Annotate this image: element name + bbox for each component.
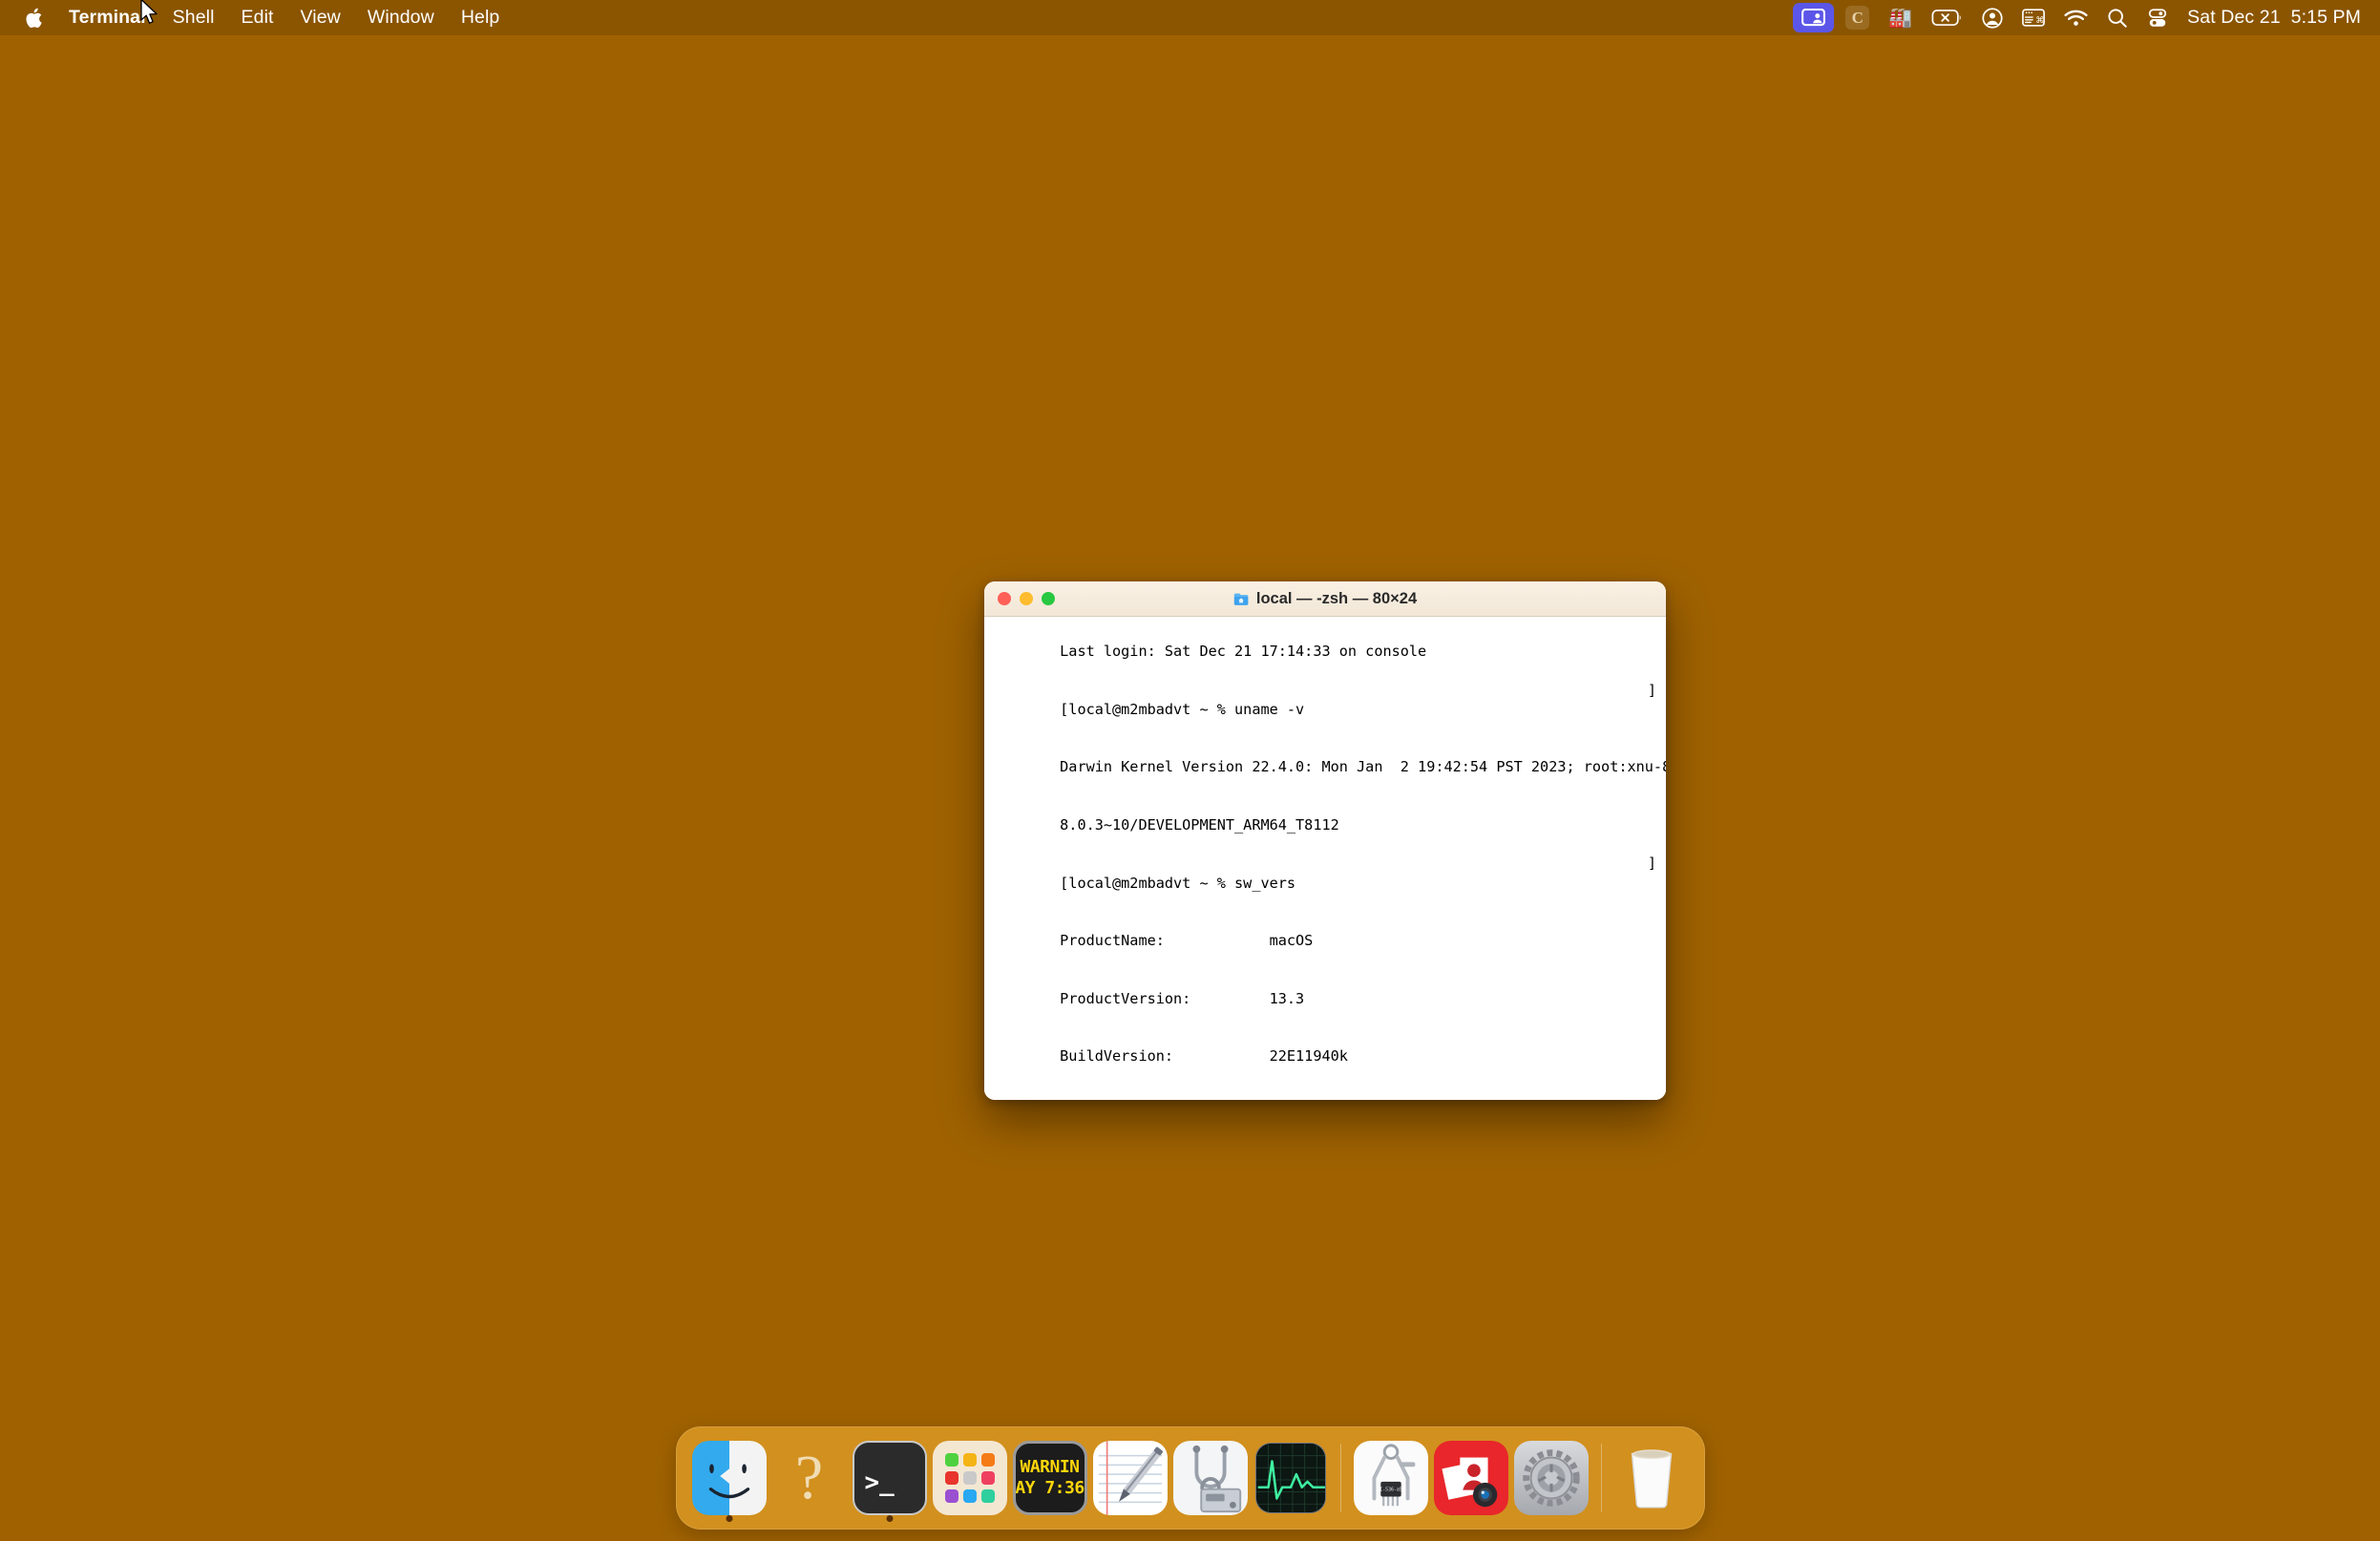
terminal-icon: >_: [852, 1441, 927, 1515]
factory-icon[interactable]: 🏭: [1879, 0, 1922, 35]
terminal-line-text: Darwin Kernel Version 22.4.0: Mon Jan 2 …: [1060, 758, 1666, 776]
menu-item-edit[interactable]: Edit: [228, 0, 287, 35]
terminal-line: BuildVersion: 22E11940k: [990, 1027, 1666, 1086]
dock-item-terminal[interactable]: >_: [850, 1430, 930, 1526]
dock-item-textedit[interactable]: [1090, 1430, 1170, 1526]
terminal-window[interactable]: local — -zsh — 80×24 Last login: Sat Dec…: [984, 581, 1666, 1100]
launchpad-cell: [962, 1471, 977, 1485]
terminal-line: ProductVersion: 13.3: [990, 970, 1666, 1028]
desktop: Terminal Shell Edit View Window Help C 🏭…: [0, 0, 2380, 1541]
dock-item-photo-booth[interactable]: [1431, 1430, 1511, 1526]
dock-item-help-viewer[interactable]: ?: [769, 1430, 850, 1526]
control-center-icon[interactable]: [2138, 0, 2178, 35]
home-folder-icon: [1233, 592, 1250, 606]
menu-item-view[interactable]: View: [287, 0, 354, 35]
dock-item-finder[interactable]: [689, 1430, 769, 1526]
svg-text:I-536-a5: I-536-a5: [1380, 1488, 1401, 1493]
dock-item-disk-utility[interactable]: [1170, 1430, 1251, 1526]
terminal-line-text: Last login: Sat Dec 21 17:14:33 on conso…: [1060, 643, 1427, 661]
window-controls: [998, 592, 1055, 605]
launchpad-cell: [980, 1471, 995, 1485]
dock: ? >_ WARNIN AY 7:36 I-536-a5: [675, 1426, 1705, 1530]
terminal-line-text: 8.0.3~10/DEVELOPMENT_ARM64_T8112: [1060, 816, 1339, 834]
c-circle-glyph: C: [1845, 6, 1870, 30]
launchpad-icon: [932, 1441, 1007, 1515]
terminal-title: local — -zsh — 80×24: [1255, 589, 1418, 607]
terminal-line-bracket: ]: [1647, 855, 1656, 873]
maximize-button[interactable]: [1042, 592, 1055, 605]
wifi-icon[interactable]: [2054, 0, 2097, 35]
factory-glyph: 🏭: [1888, 7, 1913, 29]
warning-watch-line2: AY 7:36: [1015, 1478, 1085, 1498]
terminal-line: [local@m2mbadvt ~ % sw_vers]: [990, 854, 1666, 912]
menu-bar-clock[interactable]: Sat Dec 21 5:15 PM: [2178, 7, 2367, 29]
dock-item-hardware-tool[interactable]: I-536-a5: [1351, 1430, 1431, 1526]
battery-x-icon[interactable]: [1922, 0, 1972, 35]
terminal-line-text: [local@m2mbadvt ~ % uname -v: [1060, 700, 1305, 718]
terminal-line: [local@m2mbadvt ~ % uname -v]: [990, 681, 1666, 739]
launchpad-cell: [944, 1453, 958, 1467]
menu-item-help[interactable]: Help: [448, 0, 514, 35]
minimize-button[interactable]: [1020, 592, 1033, 605]
terminal-title-bar[interactable]: local — -zsh — 80×24: [984, 581, 1666, 617]
terminal-line: 8.0.3~10/DEVELOPMENT_ARM64_T8112: [990, 796, 1666, 855]
launchpad-cell: [980, 1489, 995, 1503]
screen-sharing-icon[interactable]: [1793, 3, 1835, 32]
terminal-content[interactable]: Last login: Sat Dec 21 17:14:33 on conso…: [984, 617, 1666, 1100]
launchpad-cell: [962, 1453, 977, 1467]
terminal-line: ReleaseType: NonUI: [990, 1086, 1666, 1100]
input-menu-icon[interactable]: ⌘: [2012, 0, 2054, 35]
user-account-icon[interactable]: [1972, 0, 2012, 35]
question-mark-icon: ?: [772, 1441, 847, 1515]
dock-item-system-settings[interactable]: [1511, 1430, 1591, 1526]
dock-divider: [1600, 1444, 1602, 1512]
terminal-line-text: [local@m2mbadvt ~ % sw_vers: [1060, 874, 1296, 892]
warning-watch-line1: WARNIN: [1020, 1456, 1080, 1477]
terminal-prompt-glyph: >_: [864, 1467, 895, 1497]
terminal-line-text: ProductVersion: 13.3: [1060, 989, 1305, 1007]
menu-item-terminal[interactable]: Terminal: [55, 0, 159, 35]
running-indicator: [886, 1515, 893, 1522]
terminal-line-text: BuildVersion: 22E11940k: [1060, 1047, 1348, 1066]
menu-bar-status-area: C 🏭 ⌘ Sat Dec 21 5:15 PM: [1791, 0, 2380, 35]
question-mark-glyph: ?: [794, 1443, 824, 1512]
terminal-line-text: ProductName: macOS: [1060, 932, 1314, 950]
svg-text:⌘: ⌘: [2035, 15, 2044, 25]
dock-item-warning-watch[interactable]: WARNIN AY 7:36: [1010, 1430, 1090, 1526]
menu-bar-left: Terminal Shell Edit View Window Help: [0, 0, 513, 35]
c-circle-icon[interactable]: C: [1836, 0, 1879, 35]
terminal-title-group: local — -zsh — 80×24: [984, 590, 1666, 608]
dock-divider: [1339, 1444, 1341, 1512]
apple-logo-icon[interactable]: [17, 0, 50, 35]
menu-bar: Terminal Shell Edit View Window Help C 🏭…: [0, 0, 2380, 35]
search-icon[interactable]: [2097, 0, 2138, 35]
launchpad-cell: [944, 1489, 958, 1503]
terminal-line: Last login: Sat Dec 21 17:14:33 on conso…: [990, 623, 1666, 681]
terminal-line-bracket: ]: [1647, 681, 1656, 699]
menu-item-window[interactable]: Window: [354, 0, 448, 35]
dock-item-trash[interactable]: [1611, 1430, 1692, 1526]
dock-item-activity-monitor[interactable]: [1251, 1430, 1331, 1526]
running-indicator: [726, 1515, 732, 1522]
menu-item-shell[interactable]: Shell: [159, 0, 228, 35]
terminal-line: Darwin Kernel Version 22.4.0: Mon Jan 2 …: [990, 738, 1666, 796]
warning-watch-icon: WARNIN AY 7:36: [1012, 1441, 1087, 1515]
launchpad-cell: [980, 1453, 995, 1467]
close-button[interactable]: [998, 592, 1011, 605]
launchpad-cell: [944, 1471, 958, 1485]
launchpad-cell: [962, 1489, 977, 1503]
dock-item-launchpad[interactable]: [930, 1430, 1010, 1526]
terminal-line: ProductName: macOS: [990, 912, 1666, 970]
